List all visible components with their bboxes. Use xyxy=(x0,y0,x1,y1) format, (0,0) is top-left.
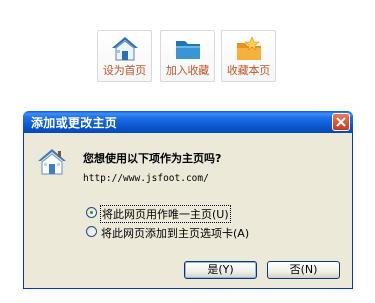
homepage-url: http://www.jsfoot.com/ xyxy=(83,173,209,184)
no-button[interactable]: 否(N) xyxy=(267,261,340,279)
bookmark-page-button[interactable]: 收藏本页 xyxy=(221,30,276,82)
dialog-titlebar[interactable]: 添加或更改主页 xyxy=(23,111,353,133)
add-favorite-button[interactable]: 加入收藏 xyxy=(160,30,215,82)
set-homepage-button[interactable]: 设为首页 xyxy=(97,30,152,82)
yes-button[interactable]: 是(Y) xyxy=(184,261,257,279)
bookmark-page-label: 收藏本页 xyxy=(226,64,271,77)
bookmark-folder-icon xyxy=(234,35,264,63)
add-favorite-label: 加入收藏 xyxy=(165,64,210,77)
set-homepage-label: 设为首页 xyxy=(102,64,147,77)
dialog-body: 您想使用以下项作为主页吗? http://www.jsfoot.com/ 将此网… xyxy=(24,133,352,288)
option-add-tab-label: 将此网页添加到主页选项卡(A) xyxy=(101,227,250,240)
folder-icon xyxy=(173,35,203,63)
close-icon xyxy=(336,117,346,127)
radio-unique-homepage[interactable] xyxy=(86,207,97,218)
homepage-dialog: 添加或更改主页 您想使用以下项作为主页吗? http://www.jsfoot.… xyxy=(23,111,353,289)
toolbar: 设为首页 加入收藏 收藏本页 xyxy=(97,30,279,83)
radio-add-tab[interactable] xyxy=(86,226,97,237)
option-unique-homepage-label: 将此网页用作唯一主页(U) xyxy=(100,205,231,223)
close-button[interactable] xyxy=(332,113,350,131)
dialog-title: 添加或更改主页 xyxy=(31,116,118,130)
home-icon xyxy=(110,35,140,63)
house-icon xyxy=(37,147,67,177)
dialog-question: 您想使用以下项作为主页吗? xyxy=(83,152,222,165)
